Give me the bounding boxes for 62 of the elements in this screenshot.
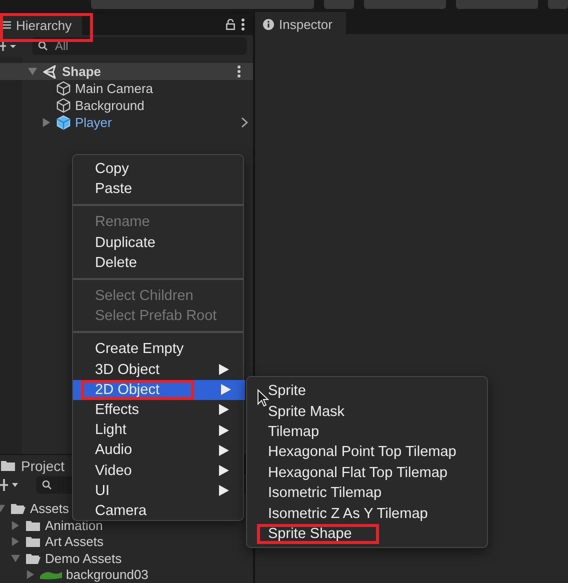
folder-icon	[0, 459, 16, 472]
tree-item-label[interactable]: background03	[66, 567, 148, 582]
tree-item-label[interactable]: Main Camera	[75, 81, 154, 96]
menu-icon[interactable]	[2, 21, 11, 29]
menu-item[interactable]: UI	[73, 480, 243, 501]
menu-item[interactable]: Sprite Mask	[247, 401, 487, 422]
info-icon	[263, 18, 274, 30]
tree-item-label[interactable]: Shape	[62, 64, 102, 79]
collapsed-arrow-icon[interactable]	[42, 118, 50, 127]
submenu-arrow-icon	[219, 404, 229, 416]
scene-row[interactable]: Shape	[0, 63, 253, 80]
menu-item[interactable]: Audio	[73, 440, 243, 460]
submenu-arrow-icon	[221, 384, 231, 396]
unity-logo-icon	[42, 64, 58, 80]
menu-item[interactable]: Copy	[73, 159, 243, 180]
menu-item[interactable]: Sprite	[247, 381, 487, 402]
submenu-arrow-icon	[219, 465, 229, 476]
tree-item-label[interactable]: Background	[75, 98, 144, 113]
collapsed-arrow-icon[interactable]	[26, 570, 34, 580]
menu-item[interactable]: Sprite Shape	[247, 524, 487, 544]
more-options-icon[interactable]	[241, 18, 245, 30]
menu-item[interactable]: Duplicate	[73, 232, 243, 253]
submenu-arrow-icon	[219, 444, 229, 456]
folder-icon	[10, 502, 26, 516]
search-field[interactable]: All	[32, 37, 247, 55]
menu-item[interactable]: Effects	[73, 400, 243, 420]
add-icon[interactable]	[0, 41, 16, 51]
menu-item[interactable]: Light	[73, 420, 243, 440]
cube-icon	[56, 115, 71, 130]
expanded-arrow-icon[interactable]	[28, 67, 36, 76]
menu-item[interactable]: Video	[73, 460, 243, 481]
folder-icon	[25, 535, 41, 548]
menu-item[interactable]: Isometric Tilemap	[247, 482, 487, 504]
menu-item[interactable]: Create Empty	[73, 339, 243, 360]
add-icon[interactable]	[0, 478, 20, 491]
cube-icon	[56, 81, 71, 96]
menu-item[interactable]: Tilemap	[247, 422, 487, 442]
menu-item[interactable]: Hexagonal Point Top Tilemap	[247, 442, 487, 463]
menu-item[interactable]: Paste	[73, 179, 243, 200]
menu-item[interactable]: Delete	[73, 252, 243, 273]
cube-icon	[56, 98, 71, 113]
expanded-arrow-icon[interactable]	[10, 554, 20, 563]
tree-item-label[interactable]: Assets	[30, 501, 70, 516]
mouse-cursor-icon	[257, 389, 269, 407]
submenu-arrow-icon	[219, 364, 229, 376]
menu-item[interactable]: Isometric Z As Y Tilemap	[247, 503, 487, 524]
menu-item[interactable]: 3D Object	[73, 360, 243, 380]
submenu-arrow-icon	[219, 424, 229, 436]
menu-item[interactable]: 2D Object	[73, 380, 245, 400]
tree-item-label[interactable]: Player	[75, 115, 112, 130]
more-options-icon[interactable]	[237, 65, 241, 78]
menu-item[interactable]: Hexagonal Flat Top Tilemap	[247, 462, 487, 483]
folder-icon	[25, 552, 41, 565]
tree-item-label[interactable]: Demo Assets	[45, 550, 122, 566]
lock-icon[interactable]	[226, 18, 235, 30]
tree-item-label[interactable]: Art Assets	[45, 534, 104, 550]
image-thumbnail-icon	[40, 570, 62, 580]
project-tab[interactable]: Project	[0, 455, 75, 475]
folder-icon	[25, 518, 41, 532]
chevron-right-icon[interactable]	[241, 117, 248, 128]
inspector-tab[interactable]: Inspector	[255, 12, 346, 34]
submenu-arrow-icon	[219, 485, 229, 496]
